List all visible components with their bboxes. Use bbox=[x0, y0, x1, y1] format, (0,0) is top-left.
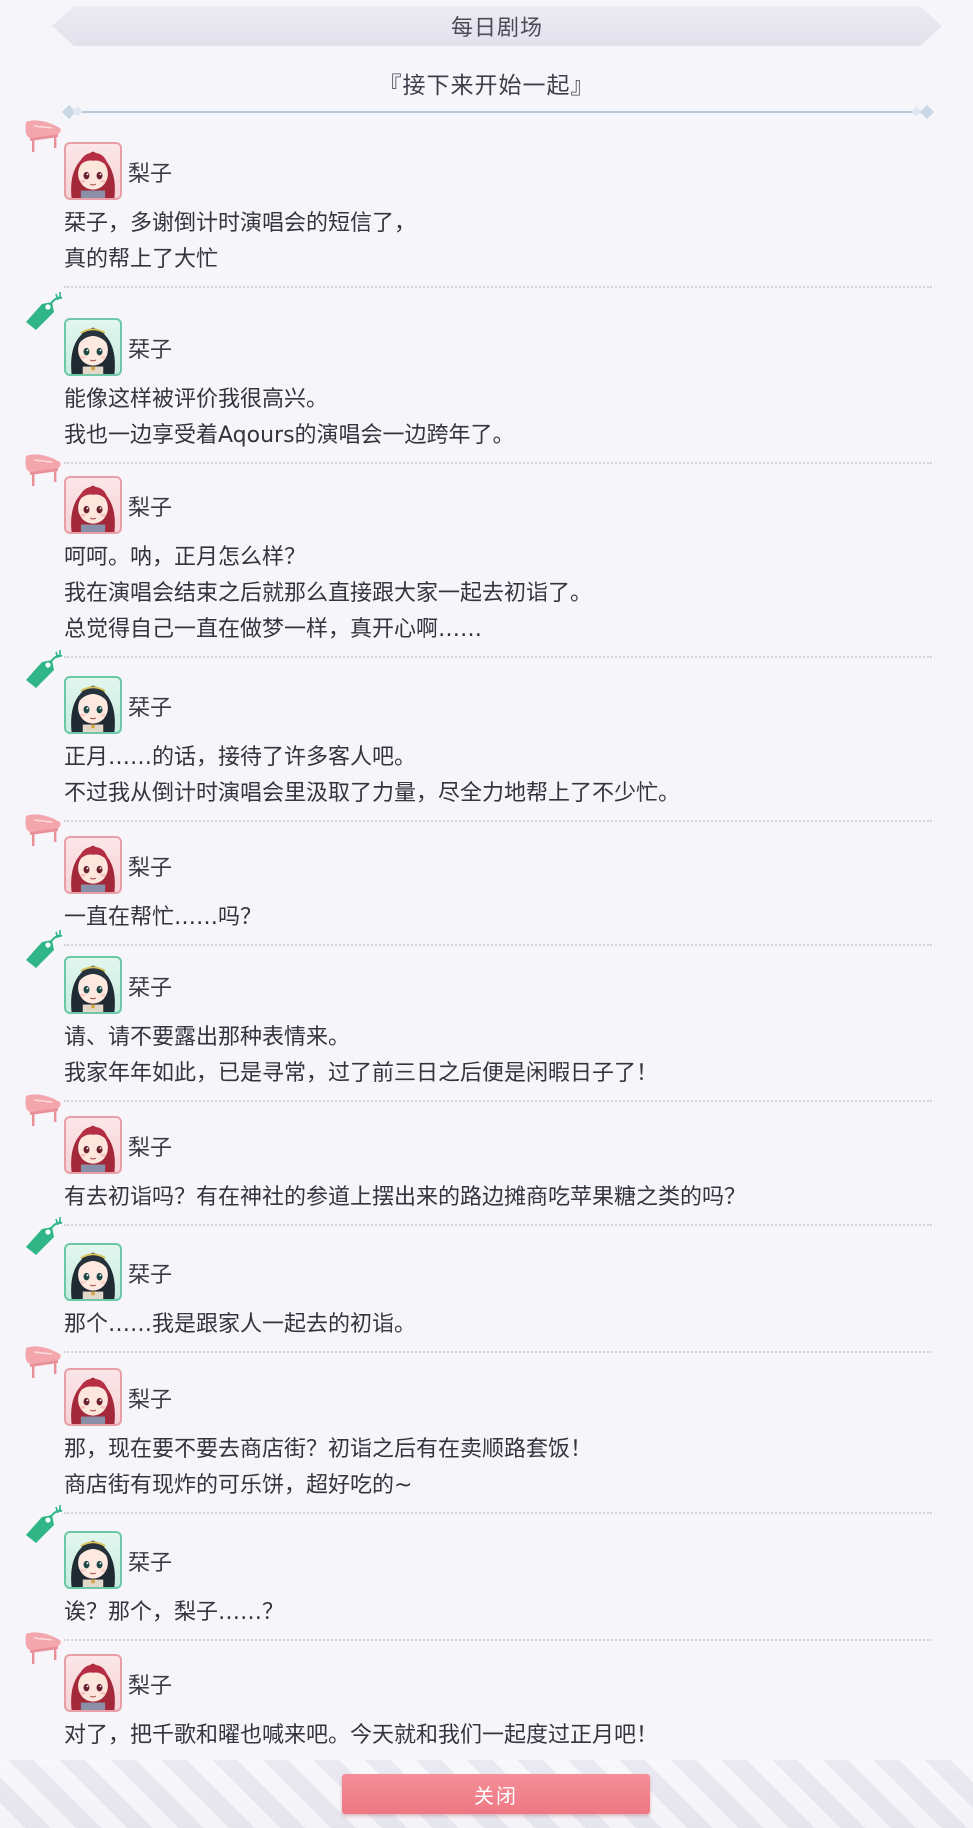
dialog-line: 对了，把千歌和曜也喊来吧。今天就和我们一起度过正月吧！ bbox=[64, 1723, 659, 1748]
dialog-text: 一直在帮忙……吗？ bbox=[64, 900, 262, 936]
dialog-line: 那个……我是跟家人一起去的初诣。 bbox=[64, 1312, 417, 1337]
dialog-text: 能像这样被评价我很高兴。我也一边享受着Aqours的演唱会一边跨年了。 bbox=[64, 382, 515, 454]
dialog-text: 诶？那个，梨子……？ bbox=[64, 1595, 284, 1631]
entry-divider bbox=[64, 1512, 932, 1514]
dialog-text: 请、请不要露出那种表情来。我家年年如此，已是寻常，过了前三日之后便是闲暇日子了！ bbox=[64, 1020, 658, 1092]
story-subtitle: 『接下来开始一起』 bbox=[378, 73, 595, 99]
close-button[interactable]: 关闭 bbox=[342, 1774, 650, 1814]
speaker-avatar bbox=[64, 1116, 122, 1174]
entry-divider bbox=[64, 1100, 932, 1102]
tag-icon bbox=[22, 930, 66, 970]
title-divider bbox=[61, 104, 935, 120]
dialog-line: 总觉得自己一直在做梦一样，真开心啊…… bbox=[64, 617, 483, 642]
speaker-name: 栞子 bbox=[128, 338, 173, 363]
tag-icon bbox=[22, 1217, 66, 1257]
tag-icon bbox=[22, 1505, 66, 1545]
speaker-name: 栞子 bbox=[128, 696, 173, 721]
dialog-text: 栞子，多谢倒计时演唱会的短信了， 真的帮上了大忙 bbox=[64, 206, 416, 278]
speaker-avatar bbox=[64, 318, 122, 376]
entry-divider bbox=[64, 656, 932, 658]
speaker-name: 梨子 bbox=[128, 162, 173, 187]
speaker-name: 栞子 bbox=[128, 976, 173, 1001]
speaker-name: 梨子 bbox=[128, 856, 173, 881]
dialog-line: 我家年年如此，已是寻常，过了前三日之后便是闲暇日子了！ bbox=[64, 1061, 659, 1086]
speaker-avatar bbox=[64, 1531, 122, 1589]
speaker-name: 栞子 bbox=[128, 1551, 173, 1576]
dialog-line: 能像这样被评价我很高兴。 bbox=[64, 387, 329, 412]
dialog-text: 有去初诣吗？有在神社的参道上摆出来的路边摊商吃苹果糖之类的吗？ bbox=[64, 1180, 746, 1216]
speaker-name: 梨子 bbox=[128, 496, 173, 521]
speaker-name: 梨子 bbox=[128, 1136, 173, 1161]
dialog-line: 栞子，多谢倒计时演唱会的短信了， bbox=[64, 211, 417, 236]
speaker-name: 梨子 bbox=[128, 1388, 173, 1413]
speaker-avatar bbox=[64, 476, 122, 534]
dialog-line: 请、请不要露出那种表情来。 bbox=[64, 1025, 351, 1050]
entry-divider bbox=[64, 462, 932, 464]
dialog-line: 那，现在要不要去商店街？初诣之后有在卖顺路套饭！ bbox=[64, 1437, 593, 1462]
entry-divider bbox=[64, 1639, 932, 1641]
piano-icon bbox=[22, 1342, 66, 1382]
dialog-text: 呵呵。呐，正月怎么样？ 我在演唱会结束之后就那么直接跟大家一起去初诣了。 总觉得自己… bbox=[64, 540, 592, 648]
speaker-avatar bbox=[64, 836, 122, 894]
dialog-line: 有去初诣吗？有在神社的参道上摆出来的路边摊商吃苹果糖之类的吗？ bbox=[64, 1185, 747, 1210]
entry-divider bbox=[64, 1224, 932, 1226]
piano-icon bbox=[22, 450, 66, 490]
speaker-avatar bbox=[64, 956, 122, 1014]
entry-divider bbox=[64, 944, 932, 946]
dialog-line: 我也一边享受着Aqours的演唱会一边跨年了。 bbox=[64, 423, 515, 448]
dialog-line: 商店街有现炸的可乐饼，超好吃的~ bbox=[64, 1473, 413, 1498]
speaker-avatar bbox=[64, 142, 122, 200]
dialog-text: 正月……的话，接待了许多客人吧。不过我从倒计时演唱会里汲取了力量，尽全力地帮上了… bbox=[64, 740, 680, 812]
dialog-line: 一直在帮忙……吗？ bbox=[64, 905, 263, 930]
speaker-avatar bbox=[64, 1243, 122, 1301]
dialog-line: 正月……的话，接待了许多客人吧。 bbox=[64, 745, 417, 770]
speaker-name: 栞子 bbox=[128, 1263, 173, 1288]
tag-icon bbox=[22, 650, 66, 690]
piano-icon bbox=[22, 1628, 66, 1668]
screen-title: 每日剧场 bbox=[450, 16, 543, 41]
dialog-text: 那个……我是跟家人一起去的初诣。 bbox=[64, 1307, 416, 1343]
dialog-text: 那，现在要不要去商店街？初诣之后有在卖顺路套饭！ 商店街有现炸的可乐饼，超好吃的~ bbox=[64, 1432, 592, 1504]
dialog-line: 诶？那个，梨子……？ bbox=[64, 1600, 285, 1625]
tag-icon bbox=[22, 292, 66, 332]
speaker-name: 梨子 bbox=[128, 1674, 173, 1699]
screen-title-bar: 每日剧场 bbox=[52, 6, 942, 46]
speaker-avatar bbox=[64, 1654, 122, 1712]
entry-divider bbox=[64, 1351, 932, 1353]
piano-icon bbox=[22, 1090, 66, 1130]
dialog-text: 对了，把千歌和曜也喊来吧。今天就和我们一起度过正月吧！ bbox=[64, 1718, 658, 1754]
dialog-line: 我在演唱会结束之后就那么直接跟大家一起去初诣了。 bbox=[64, 581, 593, 606]
dialog-line: 真的帮上了大忙 bbox=[64, 247, 219, 272]
speaker-avatar bbox=[64, 676, 122, 734]
piano-icon bbox=[22, 810, 66, 850]
entry-divider bbox=[64, 286, 932, 288]
dialog-line: 呵呵。呐，正月怎么样？ bbox=[64, 545, 307, 570]
dialog-line: 不过我从倒计时演唱会里汲取了力量，尽全力地帮上了不少忙。 bbox=[64, 781, 681, 806]
speaker-avatar bbox=[64, 1368, 122, 1426]
entry-divider bbox=[64, 820, 932, 822]
piano-icon bbox=[22, 116, 66, 156]
